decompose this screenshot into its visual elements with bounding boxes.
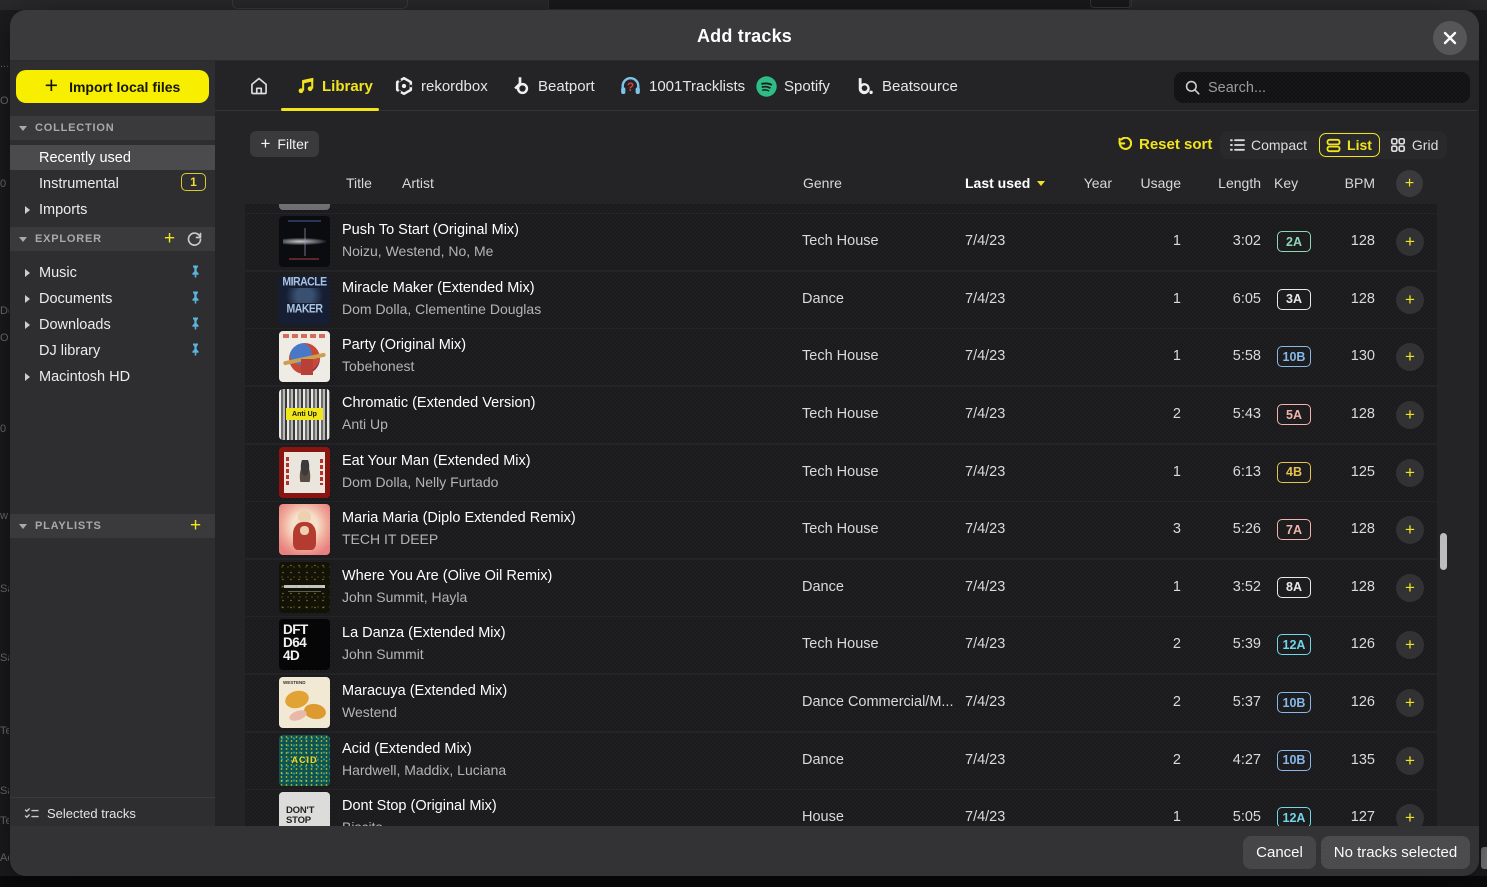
svg-text:?: ? (627, 80, 634, 94)
